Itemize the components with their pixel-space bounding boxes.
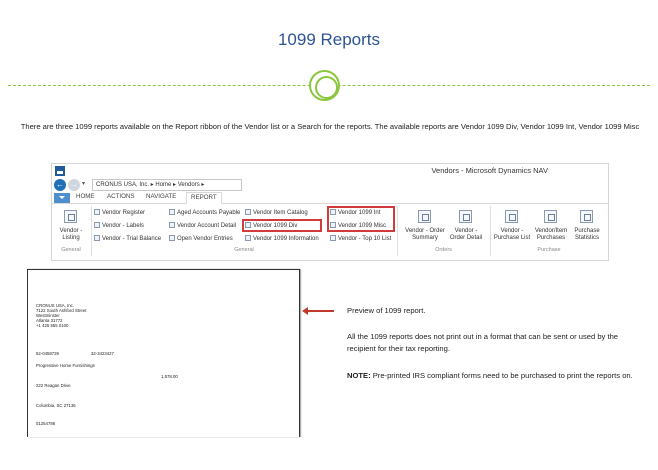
general-group-label-left: General bbox=[61, 247, 81, 253]
order-detail-label-1: Vendor - bbox=[454, 228, 478, 234]
vendor-purchase-list-button[interactable]: Vendor - Purchase List bbox=[492, 228, 532, 242]
vendor-top-10-list-button[interactable]: Vendor - Top 10 List bbox=[330, 235, 391, 242]
report-checkbox-icon bbox=[330, 235, 336, 241]
ribbon-separator bbox=[91, 206, 92, 256]
item-purchases-label-1: Vendor/Item bbox=[534, 228, 568, 234]
purchase-group-label: Purchase bbox=[537, 247, 561, 253]
vendor-account-detail-button[interactable]: Vendor Account Detail bbox=[169, 222, 236, 229]
aged-accounts-payable-button[interactable]: Aged Accounts Payable bbox=[169, 209, 240, 216]
open-vendor-entries-label: Open Vendor Entries bbox=[177, 236, 233, 242]
preview-amount: 1,578.00 bbox=[161, 374, 178, 379]
order-summary-label-1: Vendor - Order bbox=[405, 228, 445, 234]
preview-street: 222 Reagan Drive bbox=[36, 383, 71, 388]
vendor-item-catalog-label: Vendor Item Catalog bbox=[253, 210, 308, 216]
file-menu-button[interactable] bbox=[54, 193, 70, 203]
back-arrow-icon[interactable]: ← bbox=[54, 179, 66, 191]
dynamics-logo-icon bbox=[55, 166, 65, 176]
note-text: Pre-printed IRS compliant forms need to … bbox=[370, 371, 633, 380]
report-preview: CRONUS USA, Inc. 7122 South Ashford Stre… bbox=[27, 269, 300, 437]
report-checkbox-icon bbox=[245, 235, 251, 241]
tab-actions[interactable]: ACTIONS bbox=[107, 193, 135, 200]
vendor-listing-label-1: Vendor - bbox=[59, 228, 83, 234]
vendor-item-purchases-button[interactable]: Vendor/Item Purchases bbox=[532, 228, 570, 242]
tab-home[interactable]: HOME bbox=[76, 193, 95, 200]
preview-account: 01254786 bbox=[36, 421, 56, 426]
chevron-down-icon[interactable]: ▾ bbox=[82, 180, 85, 187]
vendor-listing-button[interactable]: Vendor - Listing bbox=[52, 228, 90, 242]
orders-group-label: Orders bbox=[435, 247, 452, 253]
open-vendor-entries-button[interactable]: Open Vendor Entries bbox=[169, 235, 233, 242]
note-block: NOTE: Pre-printed IRS compliant forms ne… bbox=[347, 370, 647, 382]
vendor-labels-label: Vendor - Labels bbox=[102, 223, 145, 229]
report-checkbox-icon bbox=[245, 209, 251, 215]
order-detail-label-2: Order Detail bbox=[449, 235, 483, 241]
note-label: NOTE: bbox=[347, 371, 371, 380]
divider-circle-icon bbox=[309, 70, 340, 101]
arrow-line bbox=[306, 310, 334, 312]
purchase-statistics-button[interactable]: Purchase Statistics bbox=[568, 228, 606, 242]
intro-text: There are three 1099 reports available o… bbox=[20, 122, 640, 131]
report-icon bbox=[544, 210, 557, 223]
report-ribbon: Vendor - Listing General Vendor Register… bbox=[52, 204, 608, 261]
vendor-listing-label-2: Listing bbox=[62, 235, 80, 241]
ribbon-separator bbox=[490, 206, 491, 256]
tab-report[interactable]: REPORT bbox=[186, 192, 222, 204]
tab-navigate[interactable]: NAVIGATE bbox=[146, 193, 176, 200]
slide-title: 1099 Reports bbox=[277, 30, 381, 49]
vendor-account-detail-label: Vendor Account Detail bbox=[177, 223, 237, 229]
report-icon bbox=[418, 210, 431, 223]
highlight-1099-div bbox=[242, 219, 322, 232]
nav-titlebar: Vendors - Microsoft Dynamics NAV bbox=[52, 164, 608, 178]
vendor-order-detail-button[interactable]: Vendor - Order Detail bbox=[446, 228, 486, 242]
vendor-order-summary-button[interactable]: Vendor - Order Summary bbox=[401, 228, 449, 242]
vendor-trial-balance-button[interactable]: Vendor - Trial Balance bbox=[94, 235, 161, 242]
report-checkbox-icon bbox=[169, 222, 175, 228]
report-checkbox-icon bbox=[94, 222, 100, 228]
preview-city: Columbia, SC 27136 bbox=[36, 403, 76, 408]
nav-window: Vendors - Microsoft Dynamics NAV ← → ▾ C… bbox=[51, 163, 609, 261]
preview-caption: Preview of 1099 report. bbox=[347, 306, 426, 315]
report-checkbox-icon bbox=[169, 209, 175, 215]
report-checkbox-icon bbox=[94, 235, 100, 241]
preview-vendor: Progressive Home Furnishings bbox=[36, 363, 95, 368]
purchase-list-label-2: Purchase List bbox=[493, 235, 531, 241]
report-icon bbox=[64, 210, 77, 223]
notes-paragraph: All the 1099 reports does not print out … bbox=[347, 332, 619, 353]
preview-phone: +1 425 555 0100 bbox=[36, 323, 69, 328]
vendor-labels-button[interactable]: Vendor - Labels bbox=[94, 222, 144, 229]
nav-address-bar: ← → ▾ CRONUS USA, Inc. ▸ Home ▸ Vendors … bbox=[52, 178, 608, 192]
breadcrumb[interactable]: CRONUS USA, Inc. ▸ Home ▸ Vendors ▸ bbox=[92, 179, 242, 191]
preview-id-1: 52-0458739 bbox=[36, 351, 59, 356]
general-group-label: General bbox=[234, 247, 254, 253]
vendor-1099-information-label: Vendor 1099 Information bbox=[253, 236, 319, 242]
preview-id-2: 32-3423427 bbox=[91, 351, 114, 356]
vendor-top-10-list-label: Vendor - Top 10 List bbox=[338, 236, 392, 242]
nav-window-title: Vendors - Microsoft Dynamics NAV bbox=[431, 166, 548, 175]
report-icon bbox=[459, 210, 472, 223]
report-icon bbox=[505, 210, 518, 223]
purchase-statistics-label-2: Statistics bbox=[574, 235, 599, 241]
vendor-trial-balance-label: Vendor - Trial Balance bbox=[102, 236, 162, 242]
order-summary-label-2: Summary bbox=[412, 235, 438, 241]
vendor-register-label: Vendor Register bbox=[102, 210, 146, 216]
report-checkbox-icon bbox=[94, 209, 100, 215]
purchase-list-label-1: Vendor - bbox=[500, 228, 524, 234]
ribbon-tabs: HOME ACTIONS NAVIGATE REPORT bbox=[52, 192, 608, 204]
ribbon-separator bbox=[397, 206, 398, 256]
item-purchases-label-2: Purchases bbox=[536, 235, 566, 241]
aged-accounts-payable-label: Aged Accounts Payable bbox=[177, 210, 241, 216]
highlight-1099-int-misc bbox=[327, 206, 395, 232]
forward-arrow-icon[interactable]: → bbox=[68, 179, 80, 191]
vendor-item-catalog-button[interactable]: Vendor Item Catalog bbox=[245, 209, 308, 216]
report-icon bbox=[580, 210, 593, 223]
vendor-register-button[interactable]: Vendor Register bbox=[94, 209, 145, 216]
purchase-statistics-label-1: Purchase bbox=[574, 228, 600, 234]
report-checkbox-icon bbox=[169, 235, 175, 241]
vendor-1099-information-button[interactable]: Vendor 1099 Information bbox=[245, 235, 319, 242]
